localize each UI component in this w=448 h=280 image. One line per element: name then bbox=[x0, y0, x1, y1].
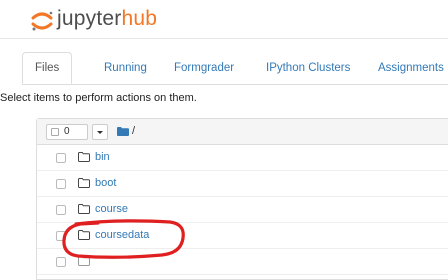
header: jupyterhub bbox=[0, 0, 448, 39]
header-divider bbox=[0, 38, 448, 39]
breadcrumb-path[interactable]: / bbox=[132, 124, 135, 138]
folder-home-icon[interactable] bbox=[117, 127, 129, 136]
row-checkbox[interactable] bbox=[56, 153, 66, 163]
file-list-header: 0 / bbox=[37, 119, 448, 145]
file-name-link[interactable]: course bbox=[95, 202, 128, 216]
file-list-item[interactable]: bin bbox=[37, 145, 448, 171]
tab-assignments[interactable]: Assignments bbox=[378, 52, 444, 84]
selected-count: 0 bbox=[64, 126, 70, 137]
row-checkbox[interactable] bbox=[56, 179, 66, 189]
tabs-divider bbox=[22, 84, 448, 85]
tab-ipython-clusters[interactable]: IPython Clusters bbox=[266, 52, 350, 84]
tab-files[interactable]: Files bbox=[22, 52, 73, 84]
select-all-checkbox[interactable]: 0 bbox=[46, 124, 88, 140]
folder-icon bbox=[78, 152, 90, 162]
chevron-down-icon bbox=[97, 131, 103, 134]
jupyterhub-logo[interactable]: jupyterhub bbox=[30, 4, 200, 36]
file-name-link[interactable]: bin bbox=[95, 150, 110, 164]
tab-running[interactable]: Running bbox=[104, 52, 147, 84]
select-all-check-icon bbox=[51, 128, 59, 136]
instructions-text: Select items to perform actions on them. bbox=[0, 92, 197, 104]
file-name-link[interactable]: boot bbox=[95, 176, 116, 190]
row-checkbox[interactable] bbox=[56, 205, 66, 215]
folder-icon bbox=[78, 178, 90, 188]
tab-bar: Files Running Formgrader IPython Cluster… bbox=[22, 52, 448, 84]
file-list-item[interactable]: boot bbox=[37, 171, 448, 197]
logo-jupyter-text: jupyter bbox=[57, 7, 122, 30]
folder-icon bbox=[78, 204, 90, 214]
logo-wordmark: jupyterhub bbox=[57, 5, 157, 33]
tab-formgrader[interactable]: Formgrader bbox=[174, 52, 234, 84]
highlight-annotation bbox=[62, 219, 185, 259]
select-dropdown-button[interactable] bbox=[92, 124, 108, 140]
logo-hub-text: hub bbox=[121, 7, 158, 30]
jupyter-logo-icon bbox=[31, 11, 53, 31]
